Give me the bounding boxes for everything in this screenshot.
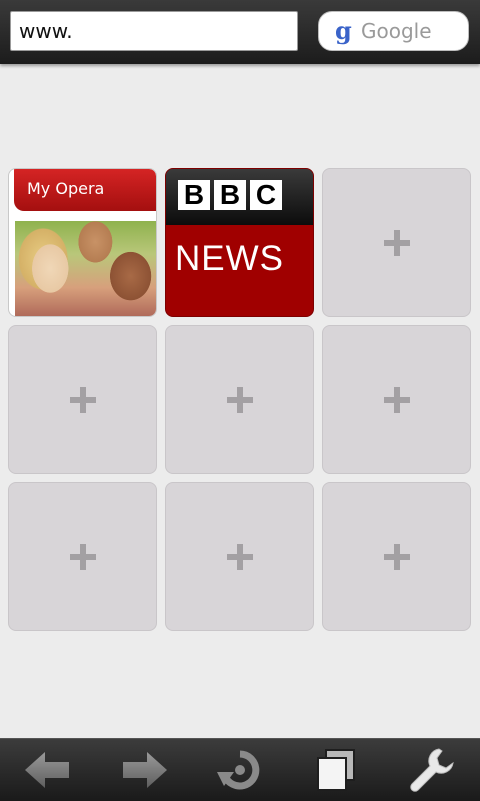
plus-icon — [226, 386, 253, 413]
plus-icon — [383, 386, 410, 413]
bbc-logo-letter: B — [178, 180, 210, 210]
tile-title: My Opera — [14, 169, 156, 211]
reload-icon — [217, 750, 260, 790]
reload-button[interactable] — [192, 739, 288, 801]
speed-dial-empty-slot[interactable] — [165, 325, 314, 474]
back-button[interactable] — [0, 739, 96, 801]
speed-dial-empty-slot[interactable] — [322, 168, 471, 317]
speed-dial-empty-slot[interactable] — [165, 482, 314, 631]
speed-dial-tile-bbc-news[interactable]: B B C NEWS — [165, 168, 314, 317]
plus-icon — [226, 543, 253, 570]
wrench-icon — [410, 748, 454, 792]
back-arrow-icon — [25, 752, 69, 788]
forward-button[interactable] — [96, 739, 192, 801]
speed-dial-empty-slot[interactable] — [322, 325, 471, 474]
plus-icon — [69, 543, 96, 570]
plus-icon — [69, 386, 96, 413]
address-bar-input[interactable] — [10, 11, 298, 51]
tabs-icon — [317, 749, 355, 791]
bbc-logo: B B C — [178, 180, 282, 210]
top-bar: g Google — [0, 0, 480, 64]
bbc-logo-letter: C — [250, 180, 282, 210]
plus-icon — [383, 229, 410, 256]
settings-button[interactable] — [384, 739, 480, 801]
speed-dial-grid: My Opera B B C NEWS — [8, 168, 471, 631]
tabs-button[interactable] — [288, 739, 384, 801]
google-g-icon: g — [335, 16, 352, 45]
plus-icon — [383, 543, 410, 570]
bbc-logo-band: B B C — [166, 169, 313, 225]
speed-dial-tile-my-opera[interactable]: My Opera — [8, 168, 157, 317]
tile-title: NEWS — [175, 239, 284, 278]
speed-dial-empty-slot[interactable] — [8, 325, 157, 474]
bbc-logo-letter: B — [214, 180, 246, 210]
speed-dial-empty-slot[interactable] — [8, 482, 157, 631]
bottom-toolbar — [0, 738, 480, 801]
forward-arrow-icon — [123, 752, 167, 788]
speed-dial-empty-slot[interactable] — [322, 482, 471, 631]
search-box[interactable]: g Google — [318, 11, 469, 51]
search-placeholder: Google — [361, 19, 432, 43]
tile-thumbnail-photo — [15, 221, 156, 316]
